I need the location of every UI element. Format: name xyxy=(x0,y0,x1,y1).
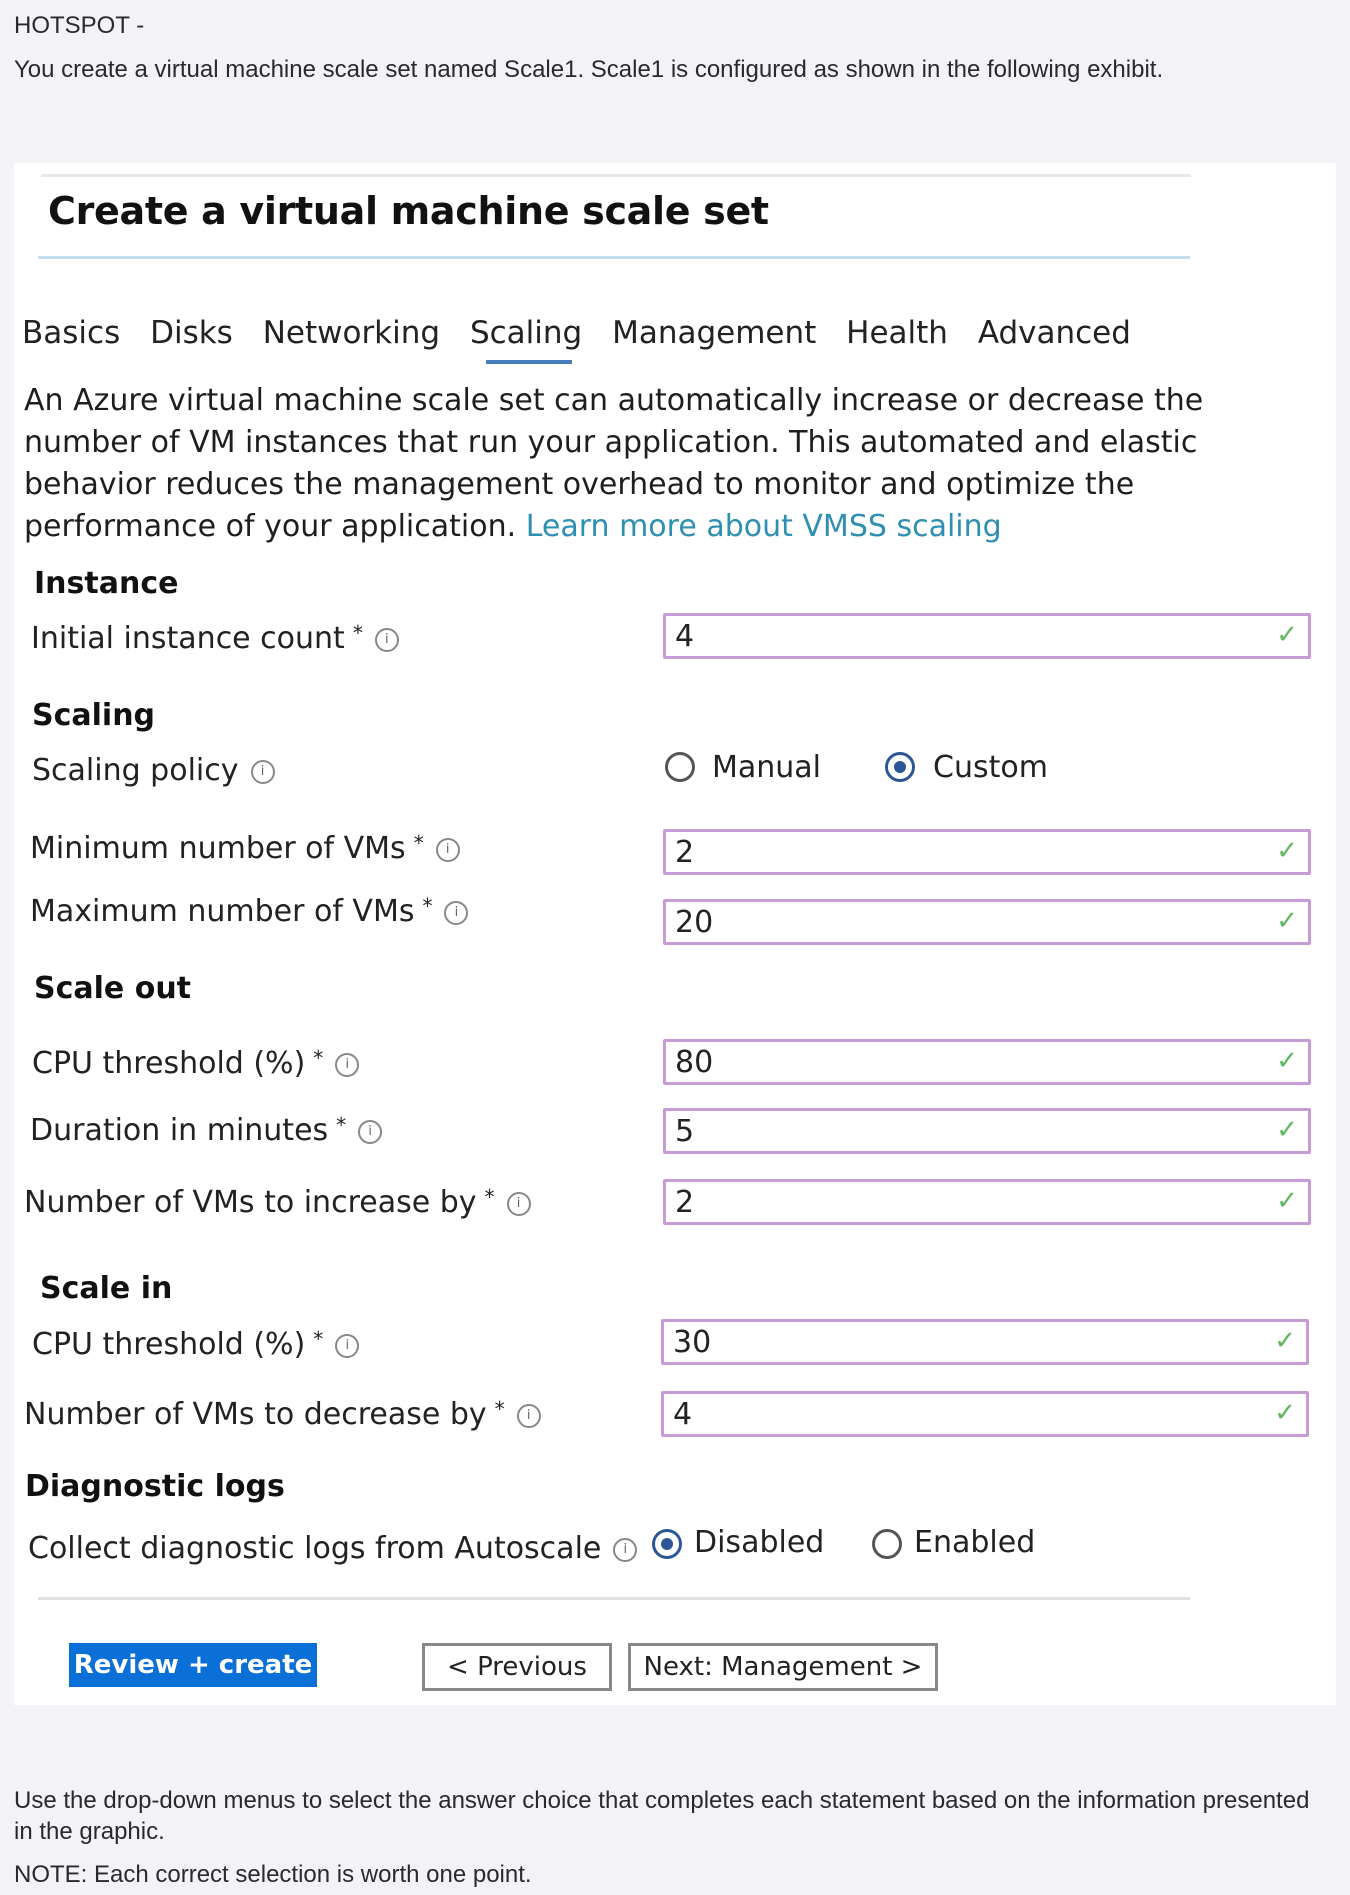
check-icon: ✓ xyxy=(1276,906,1298,936)
logs-disabled-radio[interactable] xyxy=(652,1529,682,1559)
scaling-policy-label: Scaling policy i xyxy=(32,753,275,788)
footer-divider xyxy=(38,1597,1190,1600)
check-icon: ✓ xyxy=(1276,1186,1298,1216)
initial-count-value: 4 xyxy=(675,619,695,654)
section-scale-out: Scale out xyxy=(34,971,192,1006)
check-icon: ✓ xyxy=(1276,620,1298,650)
top-divider xyxy=(41,174,1191,177)
learn-more-link[interactable]: Learn more about VMSS scaling xyxy=(526,509,1002,544)
decrease-by-label: Number of VMs to decrease by * i xyxy=(24,1397,541,1432)
info-icon[interactable]: i xyxy=(250,759,275,784)
required-marker: * xyxy=(413,831,424,855)
tab-health[interactable]: Health xyxy=(846,315,948,351)
policy-manual-radio[interactable] xyxy=(665,752,695,782)
scale-in-cpu-input[interactable]: 30 ✓ xyxy=(661,1319,1309,1365)
required-marker: * xyxy=(313,1046,324,1070)
scale-in-cpu-value: 30 xyxy=(673,1325,712,1360)
max-vms-value: 20 xyxy=(675,905,714,940)
min-vms-value: 2 xyxy=(675,835,695,870)
scale-out-cpu-value: 80 xyxy=(675,1045,714,1080)
check-icon: ✓ xyxy=(1276,1115,1298,1145)
duration-label-text: Duration in minutes xyxy=(30,1113,329,1148)
info-icon[interactable]: i xyxy=(516,1403,541,1428)
scale-out-cpu-input[interactable]: 80 ✓ xyxy=(663,1039,1311,1085)
decrease-by-label-text: Number of VMs to decrease by xyxy=(24,1397,487,1432)
section-scale-in: Scale in xyxy=(40,1271,173,1306)
decrease-by-input[interactable]: 4 ✓ xyxy=(661,1391,1309,1437)
info-icon[interactable]: i xyxy=(358,1119,383,1144)
info-icon[interactable]: i xyxy=(506,1191,531,1216)
tab-disks[interactable]: Disks xyxy=(150,315,233,351)
scale-out-cpu-label: CPU threshold (%) * i xyxy=(32,1046,360,1081)
max-vms-input[interactable]: 20 ✓ xyxy=(663,899,1311,945)
info-icon[interactable]: i xyxy=(613,1537,638,1562)
required-marker: * xyxy=(313,1327,324,1351)
logs-enabled-label: Enabled xyxy=(914,1525,1036,1560)
exhibit-panel: Create a virtual machine scale set Basic… xyxy=(14,163,1336,1705)
increase-by-label-text: Number of VMs to increase by xyxy=(24,1185,477,1220)
required-marker: * xyxy=(422,894,433,918)
next-management-button[interactable]: Next: Management > xyxy=(628,1643,938,1691)
question-intro: You create a virtual machine scale set n… xyxy=(14,56,1164,83)
review-create-button[interactable]: Review + create xyxy=(69,1643,317,1687)
info-icon[interactable]: i xyxy=(374,627,399,652)
question-header: HOTSPOT - xyxy=(14,12,145,39)
check-icon: ✓ xyxy=(1274,1398,1296,1428)
tab-management[interactable]: Management xyxy=(612,315,816,351)
logs-enabled-radio[interactable] xyxy=(872,1529,902,1559)
duration-input[interactable]: 5 ✓ xyxy=(663,1108,1311,1154)
scale-in-cpu-label-text: CPU threshold (%) xyxy=(32,1327,306,1362)
scaling-description: An Azure virtual machine scale set can a… xyxy=(24,380,1284,548)
scale-out-cpu-label-text: CPU threshold (%) xyxy=(32,1046,306,1081)
required-marker: * xyxy=(336,1113,347,1137)
decrease-by-value: 4 xyxy=(673,1397,693,1432)
initial-count-label: Initial instance count * i xyxy=(31,621,399,656)
section-diagnostic-logs: Diagnostic logs xyxy=(25,1469,285,1504)
check-icon: ✓ xyxy=(1274,1326,1296,1356)
min-vms-label-text: Minimum number of VMs xyxy=(30,831,406,866)
check-icon: ✓ xyxy=(1276,836,1298,866)
required-marker: * xyxy=(484,1185,495,1209)
policy-custom-label: Custom xyxy=(933,750,1048,785)
tab-bar: Basics Disks Networking Scaling Manageme… xyxy=(22,315,1151,364)
required-marker: * xyxy=(494,1397,505,1421)
section-instance: Instance xyxy=(34,566,179,601)
info-icon[interactable]: i xyxy=(435,837,460,862)
policy-manual-label: Manual xyxy=(712,750,822,785)
scaling-policy-label-text: Scaling policy xyxy=(32,753,239,788)
scale-in-cpu-label: CPU threshold (%) * i xyxy=(32,1327,360,1362)
tab-networking[interactable]: Networking xyxy=(263,315,440,351)
max-vms-label-text: Maximum number of VMs xyxy=(30,894,415,929)
title-divider xyxy=(38,256,1190,259)
increase-by-input[interactable]: 2 ✓ xyxy=(663,1179,1311,1225)
previous-button[interactable]: < Previous xyxy=(422,1643,612,1691)
tab-basics[interactable]: Basics xyxy=(22,315,120,351)
min-vms-label: Minimum number of VMs * i xyxy=(30,831,460,866)
logs-disabled-label: Disabled xyxy=(694,1525,825,1560)
tab-scaling[interactable]: Scaling xyxy=(470,315,582,364)
required-marker: * xyxy=(352,621,363,645)
question-note: NOTE: Each correct selection is worth on… xyxy=(14,1861,532,1888)
increase-by-label: Number of VMs to increase by * i xyxy=(24,1185,531,1220)
initial-count-input[interactable]: 4 ✓ xyxy=(663,613,1311,659)
initial-count-label-text: Initial instance count xyxy=(31,621,345,656)
check-icon: ✓ xyxy=(1276,1046,1298,1076)
policy-custom-radio[interactable] xyxy=(885,752,915,782)
collect-logs-label: Collect diagnostic logs from Autoscale i xyxy=(28,1531,638,1566)
duration-value: 5 xyxy=(675,1114,695,1149)
min-vms-input[interactable]: 2 ✓ xyxy=(663,829,1311,875)
question-instructions: Use the drop-down menus to select the an… xyxy=(14,1787,1310,1845)
max-vms-label: Maximum number of VMs * i xyxy=(30,894,469,929)
page-title: Create a virtual machine scale set xyxy=(48,189,769,233)
info-icon[interactable]: i xyxy=(335,1052,360,1077)
collect-logs-label-text: Collect diagnostic logs from Autoscale xyxy=(28,1531,602,1566)
increase-by-value: 2 xyxy=(675,1185,695,1220)
section-scaling: Scaling xyxy=(32,698,156,733)
duration-label: Duration in minutes * i xyxy=(30,1113,383,1148)
info-icon[interactable]: i xyxy=(444,900,469,925)
tab-advanced[interactable]: Advanced xyxy=(978,315,1131,351)
info-icon[interactable]: i xyxy=(335,1333,360,1358)
